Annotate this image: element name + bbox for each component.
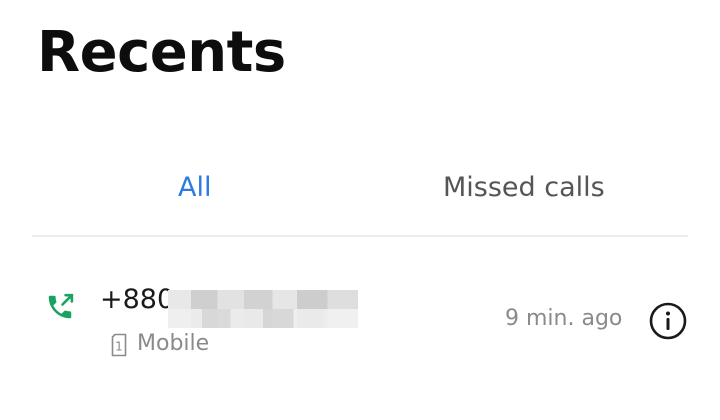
info-icon[interactable] xyxy=(648,301,688,341)
call-log-row[interactable]: +880 1 Mobile 9 min. ago xyxy=(0,270,720,370)
caller-number: +880 xyxy=(100,284,175,315)
line-type-label: Mobile xyxy=(137,331,210,356)
tab-missed-calls[interactable]: Missed calls xyxy=(443,172,605,204)
redacted-number-digits xyxy=(168,290,358,328)
page-title: Recents xyxy=(37,20,286,85)
sim-slot-number: 1 xyxy=(115,340,123,354)
tab-all[interactable]: All xyxy=(178,172,211,204)
sim-card-1-icon: 1 xyxy=(111,333,127,357)
outgoing-call-icon xyxy=(48,293,74,319)
call-time: 9 min. ago xyxy=(505,306,623,331)
tabs-divider xyxy=(32,235,688,237)
